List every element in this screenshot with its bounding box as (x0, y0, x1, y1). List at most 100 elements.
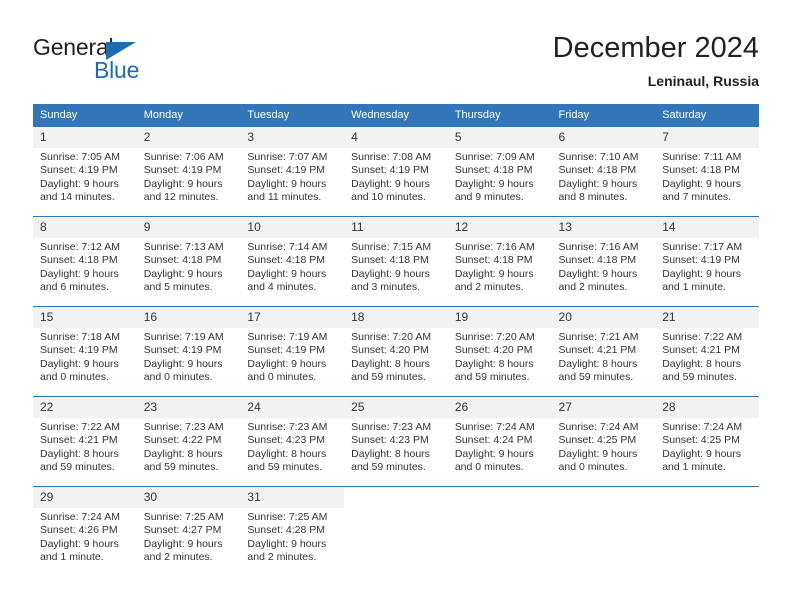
calendar-day-cell-empty (551, 486, 656, 577)
sunrise-time: Sunrise: 7:11 AM (662, 151, 742, 163)
day-number: 4 (344, 127, 448, 148)
day-number: 8 (33, 217, 137, 238)
daylight-duration-line2: and 7 minutes. (662, 191, 732, 204)
calendar-day-cell[interactable]: 20 Sunrise: 7:21 AM Sunset: 4:21 PM Dayligh… (551, 306, 656, 397)
sunrise-time: Sunrise: 7:10 AM (558, 151, 639, 163)
calendar-day-cell[interactable]: 7 Sunrise: 7:11 AM Sunset: 4:18 PM Daylight… (655, 126, 759, 217)
calendar-day-cell[interactable]: 11 Sunrise: 7:15 AM Sunset: 4:18 PM Dayligh… (344, 216, 448, 307)
calendar-day-cell[interactable]: 21 Sunrise: 7:22 AM Sunset: 4:21 PM Dayligh… (655, 306, 759, 397)
sunset-time: Sunset: 4:18 PM (662, 164, 740, 177)
daylight-duration-line1: Daylight: 9 hours (143, 177, 223, 190)
daylight-duration-line1: Daylight: 9 hours (247, 267, 327, 280)
daylight-duration-line1: Daylight: 8 hours (558, 357, 638, 370)
day-details: Sunrise: 7:24 AM Sunset: 4:25 PM Daylight:… (655, 418, 759, 475)
daylight-duration-line1: Daylight: 9 hours (662, 177, 742, 190)
daylight-duration-line2: and 1 minute. (40, 551, 104, 564)
sunset-time: Sunset: 4:26 PM (40, 524, 118, 537)
day-details: Sunrise: 7:25 AM Sunset: 4:28 PM Daylight:… (240, 508, 344, 565)
calendar-day-cell[interactable]: 23 Sunrise: 7:23 AM Sunset: 4:22 PM Dayligh… (136, 396, 241, 487)
sunset-time: Sunset: 4:21 PM (40, 434, 118, 447)
day-number: 16 (136, 307, 241, 328)
sunrise-time: Sunrise: 7:05 AM (40, 151, 120, 163)
calendar-day-cell[interactable]: 14 Sunrise: 7:17 AM Sunset: 4:19 PM Dayligh… (655, 216, 759, 307)
weekday-header-friday: Friday (551, 104, 656, 127)
daylight-duration-line1: Daylight: 9 hours (247, 357, 327, 370)
day-number: 30 (136, 487, 241, 508)
daylight-duration-line2: and 1 minute. (662, 281, 726, 294)
calendar-day-cell[interactable]: 8 Sunrise: 7:12 AM Sunset: 4:18 PM Daylight… (33, 216, 137, 307)
day-number: 26 (447, 397, 552, 418)
daylight-duration-line1: Daylight: 9 hours (40, 177, 119, 190)
calendar-day-cell[interactable]: 5 Sunrise: 7:09 AM Sunset: 4:18 PM Daylight… (447, 126, 552, 217)
daylight-duration-line2: and 0 minutes. (40, 371, 109, 384)
day-number (655, 487, 759, 508)
calendar-day-cell[interactable]: 10 Sunrise: 7:14 AM Sunset: 4:18 PM Dayligh… (240, 216, 345, 307)
day-number: 22 (33, 397, 137, 418)
day-details: Sunrise: 7:09 AM Sunset: 4:18 PM Daylight:… (448, 148, 552, 205)
sunrise-time: Sunrise: 7:18 AM (40, 331, 120, 343)
sunset-time: Sunset: 4:25 PM (662, 434, 740, 447)
calendar-day-cell[interactable]: 30 Sunrise: 7:25 AM Sunset: 4:27 PM Dayligh… (136, 486, 241, 577)
calendar-day-cell[interactable]: 17 Sunrise: 7:19 AM Sunset: 4:19 PM Dayligh… (240, 306, 345, 397)
daylight-duration-line1: Daylight: 9 hours (143, 357, 223, 370)
daylight-duration-line1: Daylight: 9 hours (558, 177, 638, 190)
sunset-time: Sunset: 4:18 PM (351, 254, 429, 267)
sunset-time: Sunset: 4:18 PM (454, 254, 533, 267)
day-details: Sunrise: 7:23 AM Sunset: 4:23 PM Daylight:… (344, 418, 448, 475)
calendar-day-cell[interactable]: 12 Sunrise: 7:16 AM Sunset: 4:18 PM Dayligh… (447, 216, 552, 307)
calendar-day-cell[interactable]: 1 Sunrise: 7:05 AM Sunset: 4:19 PM Daylight… (33, 126, 137, 217)
sunrise-time: Sunrise: 7:15 AM (351, 241, 432, 253)
calendar-day-cell[interactable]: 13 Sunrise: 7:16 AM Sunset: 4:18 PM Dayligh… (551, 216, 656, 307)
daylight-duration-line1: Daylight: 9 hours (662, 447, 742, 460)
daylight-duration-line1: Daylight: 8 hours (143, 447, 223, 460)
day-number: 3 (240, 127, 345, 148)
sunset-time: Sunset: 4:19 PM (247, 344, 326, 357)
daylight-duration-line2: and 8 minutes. (558, 191, 628, 204)
sunset-time: Sunset: 4:18 PM (40, 254, 118, 267)
calendar-day-cell[interactable]: 18 Sunrise: 7:20 AM Sunset: 4:20 PM Dayligh… (344, 306, 448, 397)
calendar-day-cell[interactable]: 28 Sunrise: 7:24 AM Sunset: 4:25 PM Dayligh… (655, 396, 759, 487)
sunrise-time: Sunrise: 7:19 AM (247, 331, 328, 343)
calendar-day-cell[interactable]: 27 Sunrise: 7:24 AM Sunset: 4:25 PM Dayligh… (551, 396, 656, 487)
calendar-day-cell[interactable]: 9 Sunrise: 7:13 AM Sunset: 4:18 PM Daylight… (136, 216, 241, 307)
daylight-duration-line2: and 1 minute. (662, 461, 726, 474)
sunset-time: Sunset: 4:18 PM (454, 164, 533, 177)
calendar-week-row: 29 Sunrise: 7:24 AM Sunset: 4:26 PM Dayligh… (33, 486, 759, 577)
sunrise-time: Sunrise: 7:20 AM (454, 331, 535, 343)
calendar-day-cell[interactable]: 4 Sunrise: 7:08 AM Sunset: 4:19 PM Daylight… (344, 126, 448, 217)
calendar-day-cell[interactable]: 6 Sunrise: 7:10 AM Sunset: 4:18 PM Daylight… (551, 126, 656, 217)
daylight-duration-line1: Daylight: 9 hours (454, 447, 534, 460)
calendar-day-cell[interactable]: 26 Sunrise: 7:24 AM Sunset: 4:24 PM Dayligh… (447, 396, 552, 487)
weekday-header-thursday: Thursday (447, 104, 552, 127)
day-number (551, 487, 656, 508)
calendar-day-cell[interactable]: 19 Sunrise: 7:20 AM Sunset: 4:20 PM Dayligh… (447, 306, 552, 397)
sunrise-time: Sunrise: 7:24 AM (558, 421, 639, 433)
general-blue-logo[interactable]: General Blue (33, 34, 253, 94)
daylight-duration-line2: and 59 minutes. (143, 461, 219, 474)
day-details: Sunrise: 7:16 AM Sunset: 4:18 PM Daylight:… (448, 238, 552, 295)
calendar-day-cell[interactable]: 24 Sunrise: 7:23 AM Sunset: 4:23 PM Dayligh… (240, 396, 345, 487)
day-details: Sunrise: 7:08 AM Sunset: 4:19 PM Daylight:… (344, 148, 448, 205)
calendar-day-cell[interactable]: 31 Sunrise: 7:25 AM Sunset: 4:28 PM Dayligh… (240, 486, 345, 577)
daylight-duration-line2: and 59 minutes. (558, 371, 634, 384)
daylight-duration-line2: and 6 minutes. (40, 281, 109, 294)
calendar-day-cell[interactable]: 16 Sunrise: 7:19 AM Sunset: 4:19 PM Dayligh… (136, 306, 241, 397)
calendar-day-cell-empty (655, 486, 759, 577)
day-details: Sunrise: 7:25 AM Sunset: 4:27 PM Daylight:… (137, 508, 241, 565)
day-number: 31 (240, 487, 345, 508)
daylight-duration-line2: and 59 minutes. (454, 371, 530, 384)
day-number: 1 (33, 127, 137, 148)
day-number (447, 487, 552, 508)
day-details: Sunrise: 7:11 AM Sunset: 4:18 PM Daylight:… (655, 148, 759, 205)
calendar-day-cell[interactable]: 22 Sunrise: 7:22 AM Sunset: 4:21 PM Dayligh… (33, 396, 137, 487)
calendar-day-cell[interactable]: 25 Sunrise: 7:23 AM Sunset: 4:23 PM Dayligh… (344, 396, 448, 487)
calendar-week-row: 8 Sunrise: 7:12 AM Sunset: 4:18 PM Daylight… (33, 216, 759, 307)
sunrise-time: Sunrise: 7:20 AM (351, 331, 432, 343)
title-block: December 2024 Leninaul, Russia (553, 30, 759, 91)
calendar-day-cell[interactable]: 15 Sunrise: 7:18 AM Sunset: 4:19 PM Dayligh… (33, 306, 137, 397)
calendar-day-cell[interactable]: 2 Sunrise: 7:06 AM Sunset: 4:19 PM Daylight… (136, 126, 241, 217)
daylight-duration-line2: and 2 minutes. (143, 551, 213, 564)
calendar-day-cell[interactable]: 29 Sunrise: 7:24 AM Sunset: 4:26 PM Dayligh… (33, 486, 137, 577)
calendar-day-cell[interactable]: 3 Sunrise: 7:07 AM Sunset: 4:19 PM Daylight… (240, 126, 345, 217)
day-details: Sunrise: 7:23 AM Sunset: 4:22 PM Daylight:… (137, 418, 241, 475)
